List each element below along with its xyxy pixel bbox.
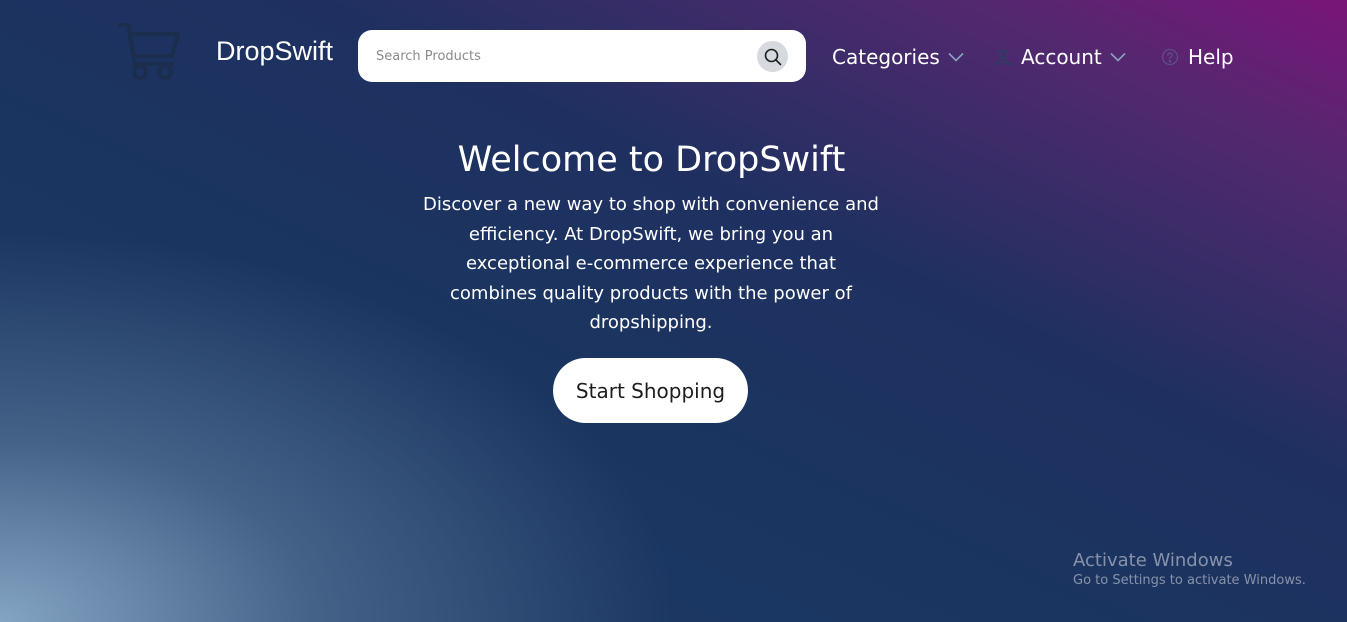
search-icon bbox=[764, 48, 781, 65]
search-button[interactable] bbox=[757, 41, 788, 72]
hero-title: Welcome to DropSwift bbox=[457, 140, 846, 180]
nav-account-label: Account bbox=[1021, 45, 1102, 69]
start-shopping-button[interactable]: Start Shopping bbox=[553, 358, 748, 423]
help-circle-icon bbox=[1161, 48, 1179, 66]
chevron-down-icon bbox=[1110, 52, 1126, 62]
shopping-cart-icon bbox=[118, 23, 180, 80]
nav-help-label: Help bbox=[1188, 45, 1234, 69]
search-bar bbox=[358, 30, 806, 82]
search-input[interactable] bbox=[376, 44, 746, 68]
nav-categories[interactable]: Categories bbox=[832, 42, 964, 72]
nav-account[interactable]: Account bbox=[995, 42, 1126, 72]
chevron-down-icon bbox=[948, 52, 964, 62]
watermark-subtitle: Go to Settings to activate Windows. bbox=[1073, 573, 1306, 588]
user-icon bbox=[995, 49, 1012, 66]
hero-description: Discover a new way to shop with convenie… bbox=[423, 194, 879, 333]
activate-windows-watermark: Activate Windows Go to Settings to activ… bbox=[1073, 550, 1306, 590]
nav-help[interactable]: Help bbox=[1161, 42, 1234, 72]
watermark-title: Activate Windows bbox=[1073, 550, 1233, 571]
nav-categories-label: Categories bbox=[832, 45, 940, 69]
brand-name[interactable]: DropSwift bbox=[216, 36, 333, 67]
